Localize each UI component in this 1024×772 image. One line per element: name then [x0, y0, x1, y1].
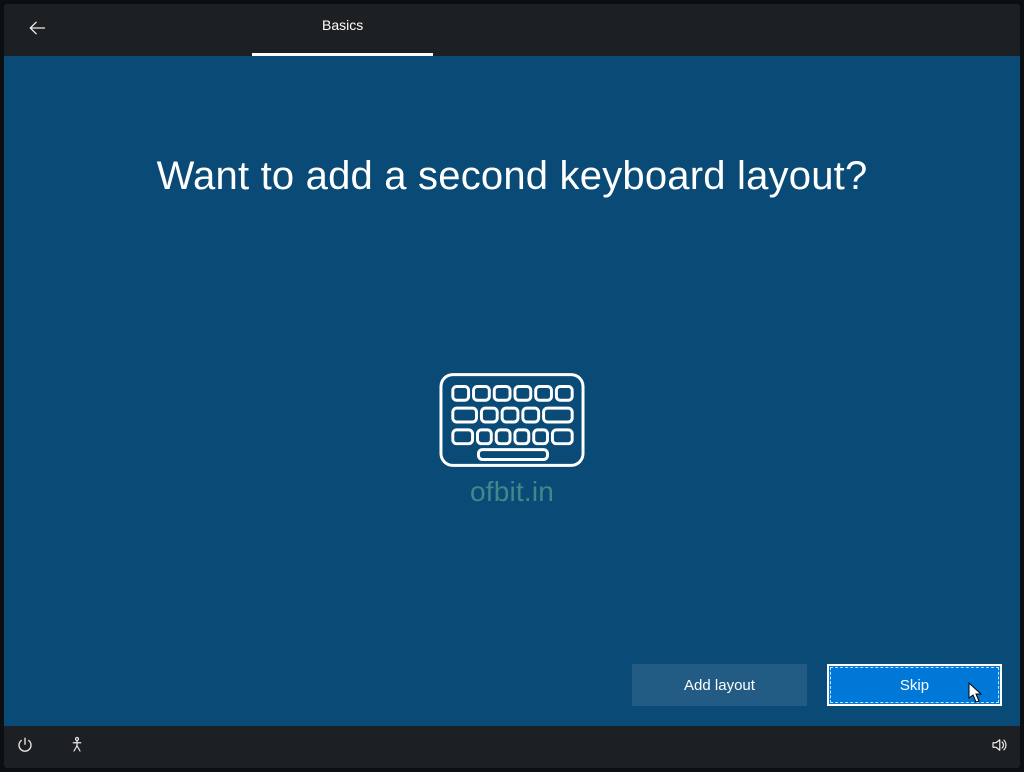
cursor-icon: [968, 682, 984, 704]
keyboard-icon: [439, 372, 585, 468]
content-area: Want to add a second keyboard layout?: [4, 56, 1020, 726]
arrow-left-icon: [27, 18, 47, 43]
skip-button[interactable]: Skip: [827, 664, 1002, 706]
bottom-bar-left: [14, 736, 88, 758]
button-label: Add layout: [684, 677, 755, 694]
tab-strip: Basics: [252, 4, 433, 56]
oobe-window: Basics Want to add a second keyboard lay…: [4, 4, 1020, 768]
tab-basics[interactable]: Basics: [252, 4, 433, 56]
tab-label: Basics: [322, 17, 363, 33]
power-button[interactable]: [14, 736, 36, 758]
speaker-icon: [990, 736, 1008, 759]
button-label: Skip: [900, 677, 929, 694]
ease-of-access-button[interactable]: [66, 736, 88, 758]
page-title: Want to add a second keyboard layout?: [4, 154, 1020, 199]
top-bar: Basics: [4, 4, 1020, 56]
volume-button[interactable]: [988, 736, 1010, 758]
power-icon: [16, 736, 34, 759]
back-button[interactable]: [21, 14, 53, 46]
bottom-bar: [4, 726, 1020, 768]
watermark-text: ofbit.in: [4, 476, 1020, 508]
add-layout-button[interactable]: Add layout: [632, 664, 807, 706]
button-row: Add layout Skip: [632, 664, 1002, 706]
accessibility-icon: [68, 736, 86, 759]
